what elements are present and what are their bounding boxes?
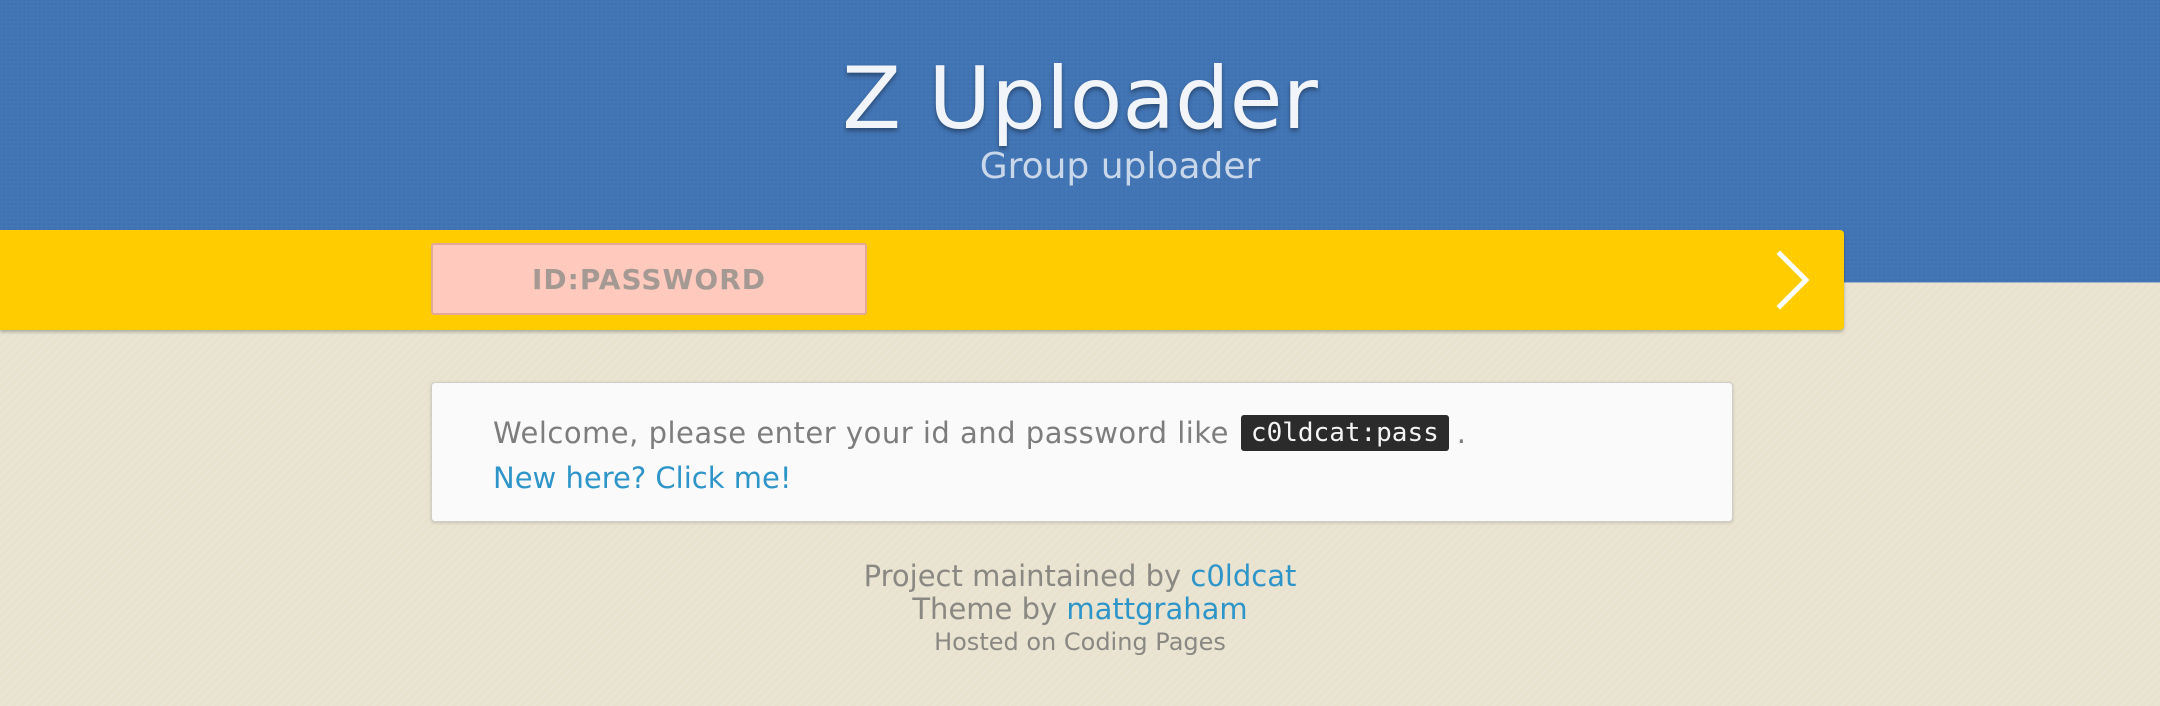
footer-theme-text: Theme by [912,592,1058,626]
footer-theme-line: Theme by mattgraham [0,593,2160,626]
welcome-text: Welcome, please enter your id and passwo… [493,416,1229,450]
chevron-right-icon [1776,250,1810,310]
example-credentials-code: c0ldcat:pass [1240,415,1449,451]
footer-hosted-text: Hosted on Coding Pages [934,628,1226,656]
page-subtitle: Group uploader [979,146,1261,187]
welcome-period: . [1456,416,1467,450]
footer-maintained-text: Project maintained by [863,559,1182,593]
footer: Project maintained by c0ldcat Theme by m… [0,560,2160,658]
login-bar [0,230,1844,330]
page-title: Z Uploader [842,49,1318,149]
welcome-notice: Welcome, please enter your id and passwo… [431,382,1733,522]
id-password-input[interactable] [431,243,867,315]
submit-button[interactable] [1770,248,1818,312]
theme-author-link[interactable]: mattgraham [1066,592,1247,626]
signup-link[interactable]: New here? Click me! [493,458,791,498]
footer-maintainer-line: Project maintained by c0ldcat [0,560,2160,593]
maintainer-link[interactable]: c0ldcat [1190,559,1296,593]
welcome-message: Welcome, please enter your id and passwo… [493,413,1466,453]
